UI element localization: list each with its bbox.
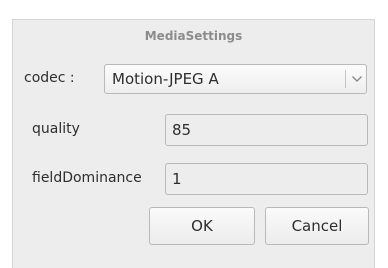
codec-label: codec : xyxy=(24,70,75,86)
field-dominance-label: fieldDominance xyxy=(32,170,142,186)
field-dominance-field[interactable]: 1 xyxy=(165,163,368,195)
combo-separator xyxy=(345,70,346,88)
codec-selected-value: Motion-JPEG A xyxy=(112,70,219,88)
quality-field[interactable]: 85 xyxy=(165,114,368,146)
quality-label: quality xyxy=(32,121,80,137)
codec-select[interactable]: Motion-JPEG A xyxy=(104,64,367,94)
ok-button[interactable]: OK xyxy=(149,207,255,245)
media-settings-dialog: MediaSettings codec : Motion-JPEG A qual… xyxy=(12,19,375,268)
dialog-title: MediaSettings xyxy=(144,29,243,43)
screen-background: MediaSettings codec : Motion-JPEG A qual… xyxy=(0,0,388,268)
cancel-button[interactable]: Cancel xyxy=(265,207,369,245)
dialog-titlebar[interactable]: MediaSettings xyxy=(13,20,374,52)
chevron-down-icon[interactable] xyxy=(349,65,365,93)
